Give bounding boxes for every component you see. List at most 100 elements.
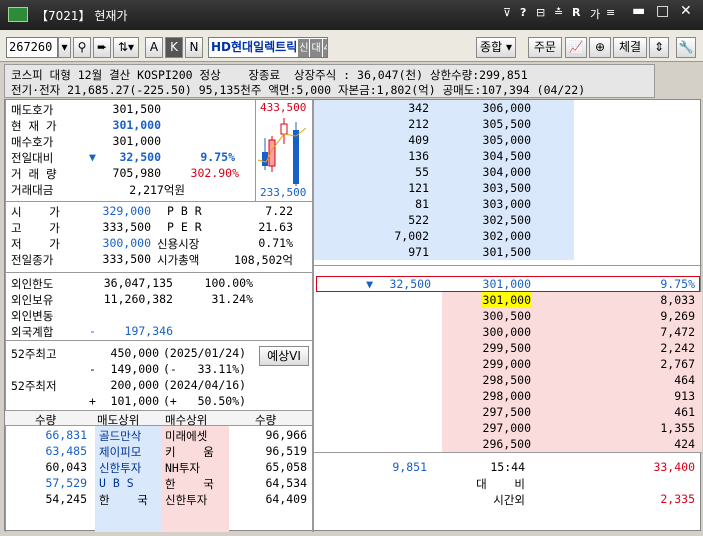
broker-sell-qty: 54,245 (45, 492, 87, 506)
market-cap-label: 시가총액 (157, 253, 200, 267)
bid-price: 299,500 (482, 341, 531, 355)
ask-qty: 121 (408, 181, 429, 195)
foreign-limit: 36,047,135 (103, 276, 173, 290)
btn-n[interactable]: N (185, 37, 203, 58)
week52-high-diff: 149,000 (110, 362, 159, 376)
down-arrow-icon: ▼ (89, 150, 96, 164)
bid-qty: 2,242 (660, 341, 695, 355)
week52-low-pct: (+ 50.50%) (163, 394, 247, 408)
lock-icon[interactable]: ≛ (554, 6, 563, 19)
main-panel: 매도호가 301,500 현 재 가 301,000 매수호가 301,000 … (4, 99, 702, 532)
week52-low: 200,000 (110, 378, 159, 392)
ask-qty: 81 (415, 197, 429, 211)
diff-label: 대 비 (476, 477, 525, 491)
mini-candle-chart (257, 118, 307, 186)
close-icon[interactable]: ✕ (680, 3, 692, 19)
after-hours-label: 시간외 (493, 493, 525, 507)
bid-qty: 424 (674, 437, 695, 451)
ask-price: 303,000 (482, 197, 531, 211)
amount-label: 거래대금 (11, 183, 54, 197)
ask-price: 301,500 (112, 102, 161, 116)
btn-k[interactable]: K (165, 37, 183, 58)
prev-close-label: 전일종가 (11, 253, 54, 267)
broker-buy-name: 키 움 (165, 445, 214, 459)
ask-qty: 409 (408, 133, 429, 147)
link-icon[interactable]: ⊟ (536, 6, 545, 19)
forecast-vi-button[interactable]: 예상VI (259, 346, 309, 366)
scroll-icon[interactable]: ⇕ (649, 37, 669, 58)
code-dropdown-icon[interactable]: ▾ (58, 37, 71, 58)
per-value: 21.63 (258, 220, 293, 234)
bid-qty: 2,767 (660, 357, 695, 371)
ask-price: 302,500 (482, 213, 531, 227)
ask-qty: 212 (408, 117, 429, 131)
foreign-change-label: 외인변동 (11, 309, 54, 323)
broker-sell-name: 한 국 (99, 493, 148, 507)
foreign-sum: 197,346 (124, 324, 173, 338)
total-bid: 33,400 (653, 460, 695, 474)
sort-icon[interactable]: ⇅▾ (113, 37, 139, 58)
week52-low-diff: 101,000 (110, 394, 159, 408)
ask-price: 303,500 (482, 181, 531, 195)
menu-icon[interactable]: ≡ (606, 6, 615, 19)
font-icon[interactable]: 가 (590, 6, 600, 22)
order-button[interactable]: 주문 (528, 37, 562, 58)
high-price: 333,500 (102, 220, 151, 234)
bid-label: 매수호가 (11, 135, 54, 149)
search-icon[interactable]: ⚲ (73, 37, 91, 58)
broker-buy-qty: 65,058 (265, 460, 307, 474)
ask-qty: 342 (408, 101, 429, 115)
help-icon[interactable]: ? (520, 6, 526, 19)
foreign-sum-label: 외국계합 (11, 325, 54, 339)
bid-qty: 1,355 (660, 421, 695, 435)
bid-price: 300,000 (482, 325, 531, 339)
broker-buy-qty: 96,966 (265, 428, 307, 442)
broker-sell-name: U B S (99, 476, 134, 490)
execution-button[interactable]: 체결 (613, 37, 647, 58)
ask-price: 305,000 (482, 133, 531, 147)
ask-price: 302,000 (482, 229, 531, 243)
chart-high-label: 433,500 (260, 101, 307, 114)
bid-price: 301,000 (112, 134, 161, 148)
chart-plus-icon[interactable]: ⊕ (589, 37, 611, 58)
broker-sell-qty: 66,831 (45, 428, 87, 442)
ask-price: 306,000 (482, 101, 531, 115)
mid-price: 301,000 (482, 277, 531, 291)
bid-price: 296,500 (482, 437, 531, 451)
overview-dropdown[interactable]: 종합 ▾ (476, 37, 516, 58)
ask-qty: 136 (408, 149, 429, 163)
chart-icon[interactable]: 📈 (565, 37, 587, 58)
credit-value: 0.71% (258, 236, 293, 250)
arrow-right-icon[interactable]: ➨ (93, 37, 111, 58)
wrench-icon[interactable]: 🔧 (676, 37, 696, 58)
pin-icon[interactable]: ⊽ (503, 6, 511, 19)
stock-code-input[interactable]: 267260 (6, 37, 58, 58)
broker-buy-name: 한 국 (165, 477, 214, 491)
stock-name: HD현대일렉트릭신대40 (208, 37, 328, 58)
broker-sell-header: 매도상위 (97, 413, 140, 427)
volume: 705,980 (112, 166, 161, 180)
ask-price: 304,500 (482, 149, 531, 163)
ask-qty: 55 (415, 165, 429, 179)
maximize-icon[interactable]: □ (656, 3, 669, 19)
bid-price: 299,000 (482, 357, 531, 371)
low-price: 300,000 (102, 236, 151, 250)
time: 15:44 (490, 460, 525, 474)
broker-buy-name: NH투자 (165, 461, 201, 475)
foreign-sum-sign: - (89, 324, 96, 338)
broker-sell-name: 신한투자 (99, 461, 142, 475)
btn-a[interactable]: A (145, 37, 163, 58)
change-value: 32,500 (119, 150, 161, 164)
mid-percent: 9.75% (660, 277, 695, 291)
foreign-hold: 11,260,382 (103, 292, 173, 306)
broker-buy-name: 신한투자 (165, 493, 208, 507)
broker-sell-qty: 57,529 (45, 476, 87, 490)
minimize-icon[interactable]: ▬ (632, 3, 645, 19)
mid-down-arrow-icon: ▼ (366, 277, 373, 291)
mini-chart: 433,500 233,500 (255, 100, 312, 201)
r-icon[interactable]: R (572, 6, 580, 19)
ask-qty: 971 (408, 245, 429, 259)
week52-low-date: (2024/04/16) (163, 378, 247, 392)
change-percent: 9.75% (200, 150, 235, 164)
bid-qty: 7,472 (660, 325, 695, 339)
